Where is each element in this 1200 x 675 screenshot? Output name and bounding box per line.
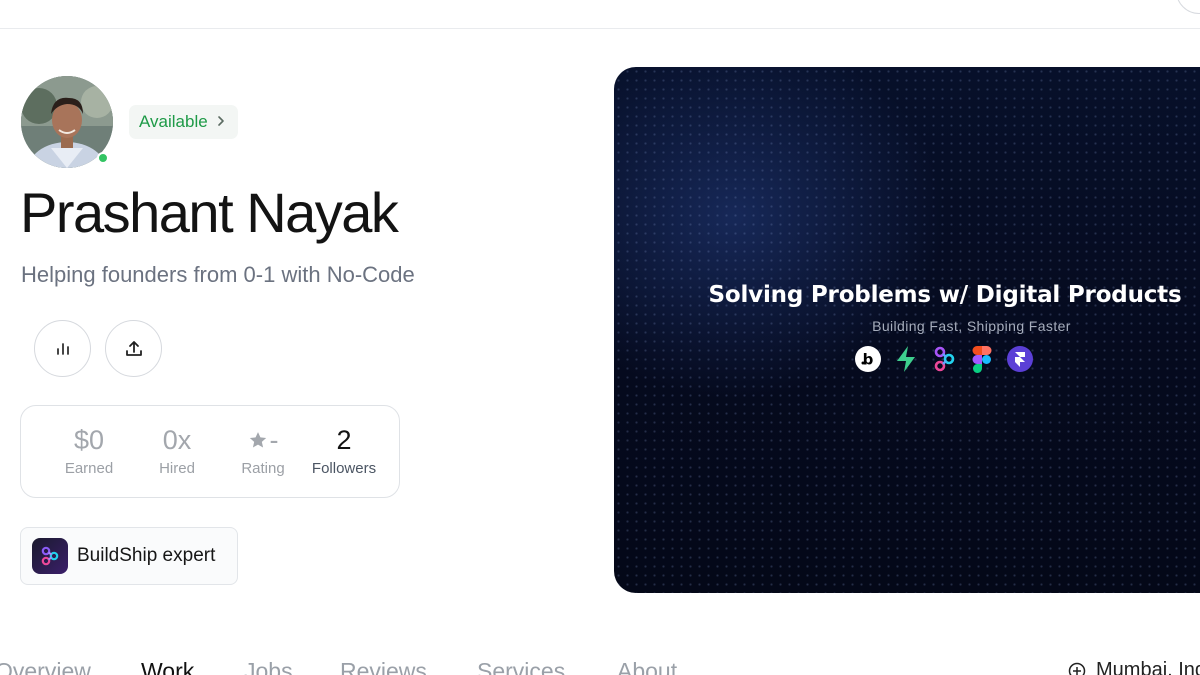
location-label: Mumbai, Ind (1096, 659, 1200, 675)
share-upload-icon (125, 340, 142, 356)
online-status-dot (97, 152, 109, 164)
profile-banner: Solving Problems w/ Digital Products Bui… (614, 67, 1200, 593)
banner-tool-icons: b (854, 345, 1034, 373)
stats-button[interactable] (34, 320, 91, 377)
buildship-expert-badge[interactable]: BuildShip expert (20, 527, 238, 585)
share-button[interactable] (105, 320, 162, 377)
top-navigation-bar (0, 0, 1200, 29)
stat-rating-value: - (269, 425, 279, 455)
buildship-logo-icon (930, 345, 958, 373)
stat-rating-label: Rating (241, 460, 285, 477)
figma-logo-icon (968, 345, 996, 373)
stat-followers[interactable]: 2 Followers (303, 424, 385, 477)
expert-badge-label: BuildShip expert (77, 545, 216, 566)
stat-earned-label: Earned (64, 460, 114, 477)
supabase-logo-icon (892, 345, 920, 373)
banner-title: Solving Problems w/ Digital Products (708, 282, 1182, 308)
availability-label: Available (139, 112, 208, 131)
star-icon (249, 432, 266, 448)
stat-hired-label: Hired (159, 460, 195, 477)
stat-earned: $0 Earned (43, 424, 135, 477)
tab-services[interactable]: Services (477, 658, 565, 675)
bar-chart-icon (56, 342, 69, 355)
tab-work[interactable]: Work (141, 658, 194, 675)
svg-text:b: b (863, 351, 874, 369)
buildship-logo-icon (32, 538, 68, 574)
framer-logo-icon (1006, 345, 1034, 373)
tab-about[interactable]: About (617, 658, 677, 675)
banner-subtitle: Building Fast, Shipping Faster (872, 318, 1071, 334)
chevron-right-icon (216, 115, 226, 130)
bubble-logo-icon: b (854, 345, 882, 373)
tab-overview[interactable]: Overview (0, 658, 91, 675)
profile-tagline: Helping founders from 0-1 with No-Code (21, 262, 415, 287)
stat-hired: 0x Hired (131, 424, 223, 477)
tab-reviews[interactable]: Reviews (340, 658, 427, 675)
user-menu-button[interactable] (1176, 0, 1200, 14)
stats-card: $0 Earned 0x Hired - Rating 2 Followers (20, 405, 400, 498)
profile-name: Prashant Nayak (20, 181, 399, 244)
location-icon (1068, 662, 1086, 675)
stat-followers-value: 2 (336, 425, 352, 455)
stat-hired-value: 0x (162, 425, 192, 455)
availability-badge[interactable]: Available (129, 105, 238, 139)
tab-jobs[interactable]: Jobs (244, 658, 293, 675)
stat-earned-value: $0 (73, 425, 105, 455)
stat-followers-label: Followers (311, 460, 377, 477)
location: Mumbai, Ind (1068, 659, 1200, 675)
stat-rating: - Rating (217, 424, 309, 477)
